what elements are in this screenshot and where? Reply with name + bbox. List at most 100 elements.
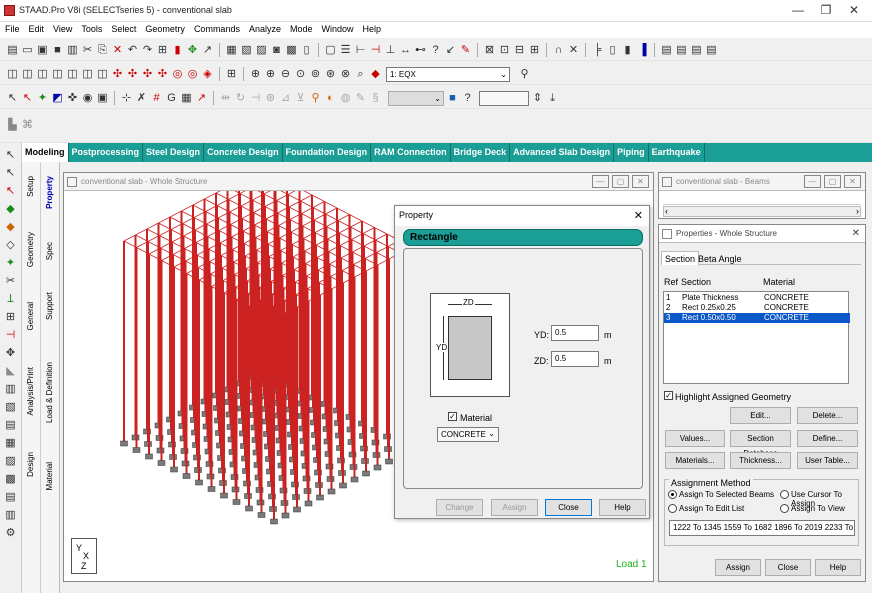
menu-geometry[interactable]: Geometry — [140, 22, 189, 34]
spin-arrows-icon[interactable]: ⇕ — [531, 92, 544, 105]
tab-modeling[interactable]: Modeling — [22, 143, 69, 162]
run-icon[interactable]: ⌘ — [21, 119, 34, 132]
viewport-close-button[interactable]: ✕ — [632, 175, 649, 188]
edit-button[interactable]: Edit... — [730, 407, 791, 424]
close-button[interactable]: Close — [765, 559, 811, 576]
print-icon[interactable]: ▥ — [66, 44, 79, 57]
select-nodes-icon[interactable]: ↖ — [6, 92, 19, 105]
rotate-down-icon[interactable]: ✣ — [126, 68, 139, 81]
change-button[interactable]: Change — [436, 499, 483, 516]
view-cursor-icon[interactable]: ▨ — [4, 455, 17, 468]
support-symbol[interactable] — [157, 460, 166, 466]
beams-close-button[interactable]: ✕ — [844, 175, 861, 188]
thickness-button[interactable]: Thickness... — [730, 452, 791, 469]
dialog-close-icon[interactable]: ✕ — [634, 209, 643, 222]
list-icon[interactable]: ☰ — [339, 44, 352, 57]
open-file-icon[interactable]: ▭ — [21, 44, 34, 57]
zoom-in-icon[interactable]: ⊕ — [264, 68, 277, 81]
snap-node-icon[interactable]: ⊹ — [120, 92, 133, 105]
side-tab-analysis-print[interactable]: Analysis/Print — [26, 367, 35, 415]
node-icon[interactable]: ▮ — [171, 44, 184, 57]
view-top-icon[interactable]: ◫ — [66, 68, 79, 81]
surface-cursor-icon[interactable]: ◇ — [4, 239, 17, 252]
zoom-window-icon[interactable]: ⊕ — [249, 68, 262, 81]
dimension-icon[interactable]: ↔ — [399, 44, 412, 57]
select-surfaces-icon[interactable]: ✜ — [66, 92, 79, 105]
select-beams-icon[interactable]: ↖ — [21, 92, 34, 105]
select-geometry-icon[interactable]: ◉ — [81, 92, 94, 105]
support-symbol[interactable] — [281, 512, 290, 519]
list-cursor-icon[interactable]: ▥ — [4, 383, 17, 396]
material-select[interactable]: CONCRETE ⌄ — [437, 427, 499, 442]
menu-edit[interactable]: Edit — [24, 22, 49, 34]
filter-icon[interactable]: ⚲ — [309, 92, 322, 105]
tab-earthquake[interactable]: Earthquake — [649, 143, 705, 162]
link-cursor-icon[interactable]: ✂ — [4, 275, 17, 288]
support-symbol[interactable] — [170, 466, 178, 473]
support-symbol[interactable] — [145, 453, 153, 460]
side-tab-load-definition[interactable]: Load & Definition — [45, 362, 54, 423]
support-symbol[interactable] — [257, 512, 266, 518]
report-cursor-icon[interactable]: ▧ — [4, 401, 17, 414]
side-tab-spec[interactable]: Spec — [45, 242, 54, 260]
picture-icon[interactable]: ▨ — [255, 44, 268, 57]
move-icon[interactable]: ⇹ — [219, 92, 232, 105]
page-icon[interactable]: ▢ — [324, 44, 337, 57]
document-icon[interactable]: ▯ — [300, 44, 313, 57]
support-symbol[interactable] — [316, 494, 324, 501]
scroll-right-icon[interactable]: › — [856, 206, 859, 216]
delete-button[interactable]: Delete... — [797, 407, 858, 424]
table-cursor-icon[interactable]: ▤ — [4, 491, 17, 504]
open-folder-icon[interactable]: ▣ — [36, 44, 49, 57]
redo-icon[interactable]: ↷ — [141, 44, 154, 57]
value-input[interactable] — [479, 90, 529, 106]
support-symbol[interactable] — [327, 488, 336, 495]
tab-concrete-design[interactable]: Concrete Design — [204, 143, 283, 162]
values-button[interactable]: Values... — [665, 430, 725, 447]
menu-mode[interactable]: Mode — [285, 22, 317, 34]
menu-help[interactable]: Help — [358, 22, 386, 34]
undo-icon[interactable]: ↶ — [126, 44, 139, 57]
assign-selected-radio[interactable] — [668, 490, 677, 499]
view-front-icon[interactable]: ◫ — [6, 68, 19, 81]
help-button[interactable]: Help — [599, 499, 646, 516]
user-table-button[interactable]: User Table... — [797, 452, 858, 469]
node-numbers-icon[interactable]: ⊢ — [354, 44, 367, 57]
menu-window[interactable]: Window — [317, 22, 358, 34]
whats-this-icon[interactable]: ▐ — [636, 44, 649, 57]
label-icon[interactable]: ⊞ — [528, 44, 541, 57]
tab-postprocessing[interactable]: Postprocessing — [69, 143, 144, 162]
rotate-up-icon[interactable]: ✣ — [111, 68, 124, 81]
material-checkbox[interactable]: ✓ — [448, 412, 457, 421]
release-cursor-icon[interactable]: ✥ — [4, 347, 17, 360]
circle-repeat-icon[interactable]: ⊛ — [264, 92, 277, 105]
cut-cursor-icon[interactable]: ◣ — [4, 365, 17, 378]
table-row[interactable]: 2 Rect 0.25x0.25 CONCRETE — [664, 303, 850, 313]
assign-button[interactable]: Assign — [491, 499, 538, 516]
section-cursor-icon[interactable]: ▦ — [4, 437, 17, 450]
menu-commands[interactable]: Commands — [189, 22, 244, 34]
link-icon[interactable]: G — [165, 92, 178, 105]
view-iso-icon[interactable]: ◫ — [96, 68, 109, 81]
plate-cursor-icon[interactable]: ◆ — [4, 203, 17, 216]
beams-minimize-button[interactable]: — — [804, 175, 821, 188]
close-button[interactable]: Close — [545, 499, 592, 516]
view-left-icon[interactable]: ◫ — [36, 68, 49, 81]
down-arrow-icon[interactable]: ⤓ — [546, 92, 559, 105]
define-button[interactable]: Define... — [797, 430, 858, 447]
rotate-left-icon[interactable]: ✣ — [141, 68, 154, 81]
fill-icon[interactable]: ◆ — [369, 68, 382, 81]
side-tab-design[interactable]: Design — [26, 452, 35, 477]
tab-bridge-deck[interactable]: Bridge Deck — [451, 143, 511, 162]
spin-left-icon[interactable]: ◎ — [171, 68, 184, 81]
support-cursor-icon[interactable]: ⊞ — [4, 311, 17, 324]
spin-right-icon[interactable]: ◎ — [186, 68, 199, 81]
rotate-right-icon[interactable]: ✣ — [156, 68, 169, 81]
beam-numbers-icon[interactable]: ⊣ — [369, 44, 382, 57]
mirror-icon[interactable]: ⊣ — [249, 92, 262, 105]
section-database-button[interactable]: Section Database — [730, 430, 791, 458]
grid-icon[interactable]: ✥ — [186, 44, 199, 57]
side-tab-setup[interactable]: Setup — [26, 176, 35, 197]
support-symbol[interactable] — [220, 492, 228, 499]
table-row-selected[interactable]: 3 Rect 0.50x0.50 CONCRETE — [664, 313, 850, 323]
